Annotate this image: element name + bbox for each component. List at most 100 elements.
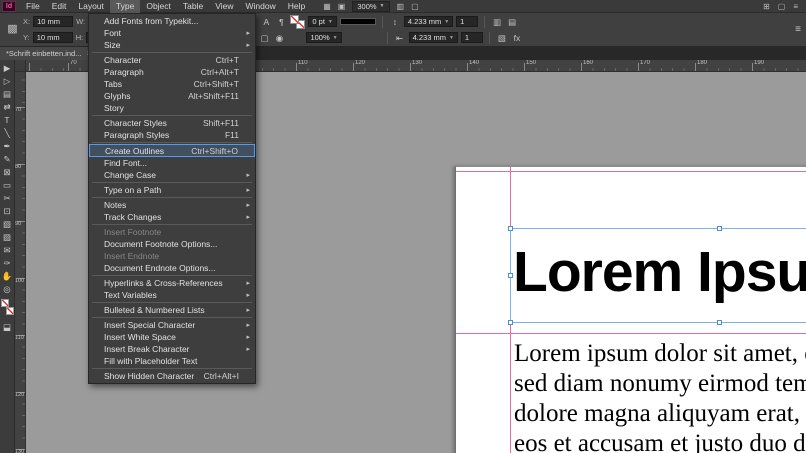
row-count-field[interactable]: 1 xyxy=(461,32,483,43)
view-options-icon[interactable]: ▥ xyxy=(397,0,405,13)
stock-icon[interactable]: ▣ xyxy=(338,0,346,13)
menu-help[interactable]: Help xyxy=(282,0,311,13)
menu-layout[interactable]: Layout xyxy=(72,0,110,13)
type-menu-item-document-endnote-options[interactable]: Document Endnote Options... xyxy=(89,262,255,274)
menu-view[interactable]: View xyxy=(209,0,239,13)
type-menu-item-create-outlines[interactable]: Create OutlinesCtrl+Shift+O xyxy=(89,144,255,157)
type-menu-item-find-font[interactable]: Find Font... xyxy=(89,157,255,169)
effects-field[interactable]: 100%▼ xyxy=(306,32,341,43)
y-position-field[interactable]: 10 mm xyxy=(33,32,73,43)
type-menu-item-size[interactable]: Size▸ xyxy=(89,39,255,51)
fill-swatch-none[interactable] xyxy=(290,15,299,24)
fill-swatch-icon[interactable] xyxy=(1,299,9,307)
menu-file[interactable]: File xyxy=(20,0,46,13)
distribute-icon[interactable]: ▤ xyxy=(506,16,518,28)
type-menu-item-add-fonts-from-typekit[interactable]: Add Fonts from Typekit... xyxy=(89,15,255,27)
type-menu-item-track-changes[interactable]: Track Changes▸ xyxy=(89,211,255,223)
type-menu-item-story[interactable]: Story xyxy=(89,102,255,114)
select-container-icon[interactable]: ▢ xyxy=(258,32,270,44)
bridge-icon[interactable]: ▦ xyxy=(323,0,331,13)
select-content-icon[interactable]: ◉ xyxy=(273,32,285,44)
stroke-type-preview[interactable] xyxy=(340,18,376,25)
align-icon[interactable]: ▥ xyxy=(491,16,503,28)
type-tool[interactable]: T xyxy=(1,114,14,127)
leading-field-1[interactable]: 4.233 mm▼ xyxy=(404,16,453,27)
zoom-level-select[interactable]: 300% ▼ xyxy=(352,1,389,12)
screen-mode-icon[interactable]: ▢ xyxy=(411,0,419,13)
stroke-swatch-icon[interactable] xyxy=(6,307,14,315)
submenu-arrow-icon: ▸ xyxy=(246,321,250,329)
effects-panel-icon[interactable]: fx xyxy=(511,32,523,44)
type-menu-item-tabs[interactable]: TabsCtrl+Shift+T xyxy=(89,78,255,90)
menu-edit[interactable]: Edit xyxy=(46,0,73,13)
menu-item-label: Insert White Space xyxy=(104,332,239,342)
object-styles-icon[interactable]: ▧ xyxy=(496,32,508,44)
fill-stroke-swatches[interactable] xyxy=(290,15,305,29)
type-menu-item-font[interactable]: Font▸ xyxy=(89,27,255,39)
note-tool[interactable]: ✉ xyxy=(1,244,14,257)
type-menu-item-bulleted-numbered-lists[interactable]: Bulleted & Numbered Lists▸ xyxy=(89,304,255,316)
type-menu-item-fill-with-placeholder-text[interactable]: Fill with Placeholder Text xyxy=(89,355,255,367)
ruler-number: 70 xyxy=(70,60,77,66)
submenu-arrow-icon: ▸ xyxy=(246,186,250,194)
type-menu-item-character[interactable]: CharacterCtrl+T xyxy=(89,54,255,66)
type-menu-item-text-variables[interactable]: Text Variables▸ xyxy=(89,289,255,301)
pencil-tool[interactable]: ✎ xyxy=(1,153,14,166)
app-bar-menu-icon[interactable]: ≡ xyxy=(793,0,798,13)
gap-tool[interactable]: ⇄ xyxy=(1,101,14,114)
pen-tool[interactable]: ✒ xyxy=(1,140,14,153)
frame-handle[interactable] xyxy=(717,320,722,325)
leading-field-2[interactable]: 4.233 mm▼ xyxy=(409,32,458,43)
scissors-tool[interactable]: ✂ xyxy=(1,192,14,205)
screen-mode-tool[interactable]: ⬓ xyxy=(1,321,14,334)
rectangle-tool[interactable]: ▭ xyxy=(1,179,14,192)
line-tool[interactable]: ╲ xyxy=(1,127,14,140)
menu-object[interactable]: Object xyxy=(140,0,177,13)
menu-type[interactable]: Type xyxy=(110,0,140,13)
margin-guide-horizontal xyxy=(456,333,806,334)
menu-item-label: Insert Endnote xyxy=(104,251,239,261)
eyedropper-tool[interactable]: ✑ xyxy=(1,257,14,270)
document-page[interactable]: Lorem Ipsum Lorem ipsum dolor sit amet, … xyxy=(455,166,806,453)
stroke-weight-field[interactable]: 0 pt▼ xyxy=(308,16,336,27)
vertical-ruler[interactable]: 708090100110120130 xyxy=(15,72,26,453)
frame-handle[interactable] xyxy=(508,320,513,325)
page-tool[interactable]: ▤ xyxy=(1,88,14,101)
selection-tool[interactable]: ▶ xyxy=(1,62,14,75)
x-position-field[interactable]: 10 mm xyxy=(33,16,73,27)
type-menu-item-paragraph-styles[interactable]: Paragraph StylesF11 xyxy=(89,129,255,141)
heading-text-frame[interactable]: Lorem Ipsum xyxy=(510,228,806,323)
zoom-tool[interactable]: ◎ xyxy=(1,283,14,296)
type-menu-item-type-on-a-path[interactable]: Type on a Path▸ xyxy=(89,184,255,196)
direct-selection-tool[interactable]: ▷ xyxy=(1,75,14,88)
panel-menu-icon[interactable]: ≡ xyxy=(795,24,801,35)
ruler-origin-box[interactable] xyxy=(15,60,26,72)
menu-table[interactable]: Table xyxy=(177,0,209,13)
arrange-documents-icon[interactable]: ⊞ xyxy=(763,0,770,13)
type-menu-item-notes[interactable]: Notes▸ xyxy=(89,199,255,211)
gradient-swatch-tool[interactable]: ▧ xyxy=(1,218,14,231)
character-formatting-icon[interactable]: A xyxy=(260,16,272,28)
type-menu-item-change-case[interactable]: Change Case▸ xyxy=(89,169,255,181)
reference-point-proxy[interactable]: ▩ xyxy=(5,22,20,37)
workspace-icon[interactable]: ▢ xyxy=(778,0,786,13)
type-menu-item-document-footnote-options[interactable]: Document Footnote Options... xyxy=(89,238,255,250)
column-count-field[interactable]: 1 xyxy=(456,16,478,27)
type-menu-item-insert-special-character[interactable]: Insert Special Character▸ xyxy=(89,319,255,331)
type-menu-item-character-styles[interactable]: Character StylesShift+F11 xyxy=(89,117,255,129)
type-menu-item-glyphs[interactable]: GlyphsAlt+Shift+F11 xyxy=(89,90,255,102)
rectangle-frame-tool[interactable]: ⊠ xyxy=(1,166,14,179)
type-menu-item-insert-break-character[interactable]: Insert Break Character▸ xyxy=(89,343,255,355)
hand-tool[interactable]: ✋ xyxy=(1,270,14,283)
type-menu-item-paragraph[interactable]: ParagraphCtrl+Alt+T xyxy=(89,66,255,78)
type-menu-item-show-hidden-characters[interactable]: Show Hidden CharactersCtrl+Alt+I xyxy=(89,370,255,382)
gradient-feather-tool[interactable]: ▨ xyxy=(1,231,14,244)
menu-window[interactable]: Window xyxy=(240,0,282,13)
free-transform-tool[interactable]: ⊡ xyxy=(1,205,14,218)
type-menu-item-hyperlinks-cross-references[interactable]: Hyperlinks & Cross-References▸ xyxy=(89,277,255,289)
toolbar-fill-stroke-swatches[interactable] xyxy=(1,299,14,321)
document-tab[interactable]: *Schrift einbetten.ind... × xyxy=(0,47,98,60)
paragraph-formatting-icon[interactable]: ¶ xyxy=(275,16,287,28)
type-menu-item-insert-white-space[interactable]: Insert White Space▸ xyxy=(89,331,255,343)
submenu-arrow-icon: ▸ xyxy=(246,171,250,179)
